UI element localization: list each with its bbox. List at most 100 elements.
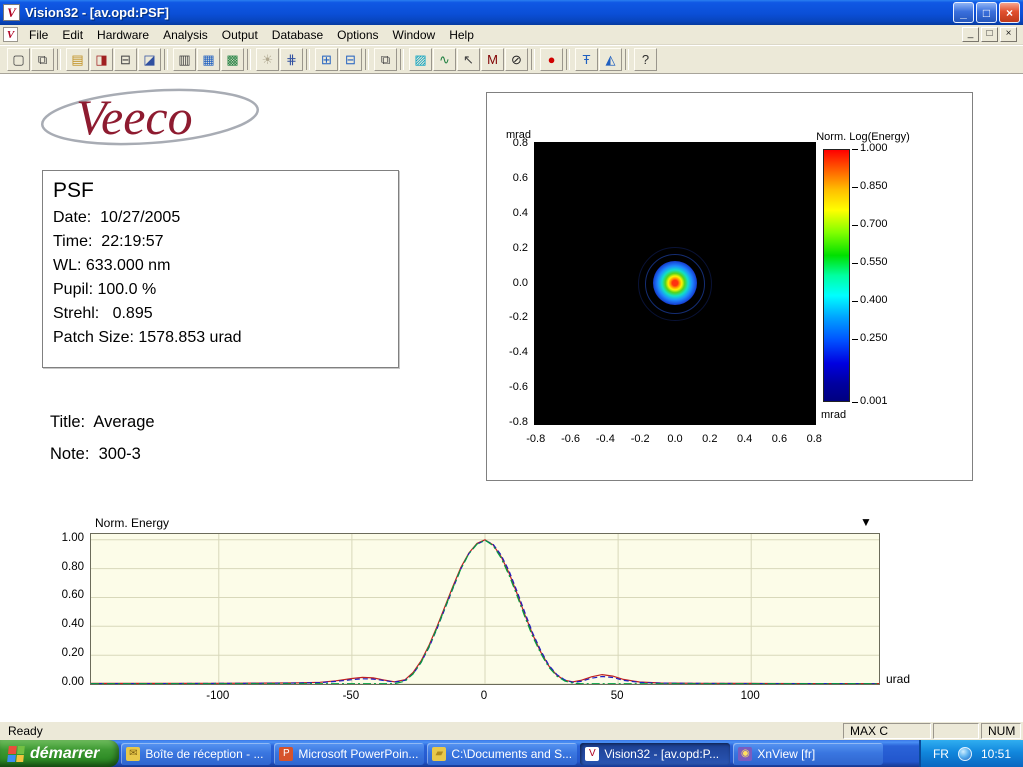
status-empty-cell xyxy=(933,723,979,739)
intensity-button[interactable]: ☀ xyxy=(256,48,279,71)
menu-items: FileEditHardwareAnalysisOutputDatabaseOp… xyxy=(22,26,962,44)
map-x-tick-label: -0.8 xyxy=(522,433,550,445)
save-disk-icon: ◪ xyxy=(143,53,155,66)
report-note-line: Note: 300-3 xyxy=(50,445,141,464)
profile-plot-button[interactable]: ∿ xyxy=(433,48,456,71)
map-y-tick-label: 0.4 xyxy=(492,207,528,219)
map-y-tick-label: -0.8 xyxy=(492,416,528,428)
print-button[interactable]: ⊟ xyxy=(114,48,137,71)
map-x-tick-label: 0.8 xyxy=(800,433,828,445)
psf-profile-plot xyxy=(90,533,880,685)
language-indicator[interactable]: FR xyxy=(933,747,949,761)
open-file-button[interactable]: ▤ xyxy=(66,48,89,71)
task-button-explorer[interactable]: ▰ C:\Documents and S... xyxy=(427,743,577,765)
colorbar-tick-label: 0.850 xyxy=(860,180,888,192)
veeco-logo: Veeco xyxy=(36,78,276,154)
save-database-button[interactable]: ◨ xyxy=(90,48,113,71)
measure-table-icon: ⊞ xyxy=(321,53,332,66)
map-y-tick-label: 0.8 xyxy=(492,137,528,149)
task-label: Boîte de réception - ... xyxy=(145,747,263,761)
report-grid-button[interactable]: ▩ xyxy=(221,48,244,71)
data-grid-button[interactable]: ▦ xyxy=(197,48,220,71)
task-button-powerpoint[interactable]: P Microsoft PowerPoin... xyxy=(274,743,424,765)
profile-x-tick-label: -50 xyxy=(333,690,369,702)
menu-item[interactable]: Options xyxy=(330,26,385,44)
menu-item[interactable]: File xyxy=(22,26,55,44)
histogram-button[interactable]: ◭ xyxy=(599,48,622,71)
task-buttons: ✉ Boîte de réception - ... P Microsoft P… xyxy=(119,743,919,765)
document-icon: V xyxy=(3,27,18,42)
colorbar-unit-label: mrad xyxy=(821,409,846,421)
profile-y-tick-label: 0.80 xyxy=(46,561,84,573)
measure-table-button[interactable]: ⊞ xyxy=(315,48,338,71)
fringe-icon: ⋕ xyxy=(286,53,297,66)
menu-bar: V FileEditHardwareAnalysisOutputDatabase… xyxy=(0,25,1023,45)
psf-info-line: Strehl: 0.895 xyxy=(53,305,388,323)
save-file-button[interactable]: ◪ xyxy=(138,48,161,71)
intensity-sun-icon: ☀ xyxy=(262,53,274,66)
menu-item[interactable]: Analysis xyxy=(156,26,215,44)
copy-button[interactable]: ⧉ xyxy=(374,48,397,71)
clock-tray-icon[interactable] xyxy=(958,747,972,761)
open-folder-icon: ▤ xyxy=(71,53,83,66)
profile-x-tick-label: 0 xyxy=(466,690,502,702)
taskbar-clock[interactable]: 10:51 xyxy=(981,747,1011,761)
colorbar-tick-label: 0.400 xyxy=(860,294,888,306)
mdi-window-controls: _ □ × xyxy=(962,27,1017,42)
printer-icon: ⊟ xyxy=(120,53,131,66)
surface-map-button[interactable]: ▨ xyxy=(409,48,432,71)
menu-item[interactable]: Edit xyxy=(55,26,90,44)
pointer-icon: ↖ xyxy=(463,53,474,66)
map-y-tick-label: 0.0 xyxy=(492,277,528,289)
histogram-icon: ◭ xyxy=(606,53,616,66)
menu-item[interactable]: Help xyxy=(442,26,481,44)
colorbar xyxy=(823,149,850,402)
new-file-button[interactable]: ▢ xyxy=(7,48,30,71)
mdi-close-button[interactable]: × xyxy=(1000,27,1017,42)
analyze-button[interactable]: ↖ xyxy=(457,48,480,71)
menu-item[interactable]: Window xyxy=(386,26,443,44)
cancel-button[interactable]: ⊘ xyxy=(505,48,528,71)
start-button[interactable]: démarrer xyxy=(0,740,119,767)
new-window-button[interactable]: ⧉ xyxy=(31,48,54,71)
task-button-xnview[interactable]: ◉ XnView [fr] xyxy=(733,743,883,765)
task-button-inbox[interactable]: ✉ Boîte de réception - ... xyxy=(121,743,271,765)
psf-info-lines: Date: 10/27/2005Time: 22:19:57WL: 633.00… xyxy=(53,209,388,347)
mdi-minimize-button[interactable]: _ xyxy=(962,27,979,42)
profile-x-axis-unit: urad xyxy=(886,672,910,686)
map-x-tick-label: 0.0 xyxy=(661,433,689,445)
filter-button[interactable]: Ŧ xyxy=(575,48,598,71)
profile-plot-icon: ∿ xyxy=(439,53,450,66)
map-y-tick-label: -0.4 xyxy=(492,346,528,358)
profile-x-tick-label: -100 xyxy=(200,690,236,702)
fringe-button[interactable]: ⋕ xyxy=(280,48,303,71)
profile-x-tick-label: 50 xyxy=(599,690,635,702)
menu-item[interactable]: Hardware xyxy=(90,26,156,44)
chart-dropdown-arrow-icon[interactable]: ▼ xyxy=(860,515,872,529)
map-y-tick-label: -0.6 xyxy=(492,381,528,393)
toolbar: ▢ ⧉ ▤ ◨ ⊟ ◪ ▥ ▦ ▩ ☀ ⋕ ⊞ ⊟ ⧉ ▨ ∿ ↖ M ⊘ ● … xyxy=(0,45,1023,74)
status-message: Ready xyxy=(2,723,841,739)
report-area: Veeco PSF Date: 10/27/2005Time: 22:19:57… xyxy=(0,74,1023,721)
folder-icon: ▰ xyxy=(432,747,446,761)
menu-item[interactable]: Output xyxy=(215,26,265,44)
mdi-restore-button[interactable]: □ xyxy=(981,27,998,42)
results-table-button[interactable]: ⊟ xyxy=(339,48,362,71)
start-label: démarrer xyxy=(30,745,99,763)
task-label: Vision32 - [av.opd:P... xyxy=(604,747,719,761)
menu-item[interactable]: Database xyxy=(265,26,330,44)
new-report-button[interactable]: ▥ xyxy=(173,48,196,71)
task-label: XnView [fr] xyxy=(757,747,815,761)
close-button[interactable]: × xyxy=(999,2,1020,23)
measure-button[interactable]: ● xyxy=(540,48,563,71)
mask-editor-button[interactable]: M xyxy=(481,48,504,71)
task-button-vision32[interactable]: V Vision32 - [av.opd:P... xyxy=(580,743,730,765)
veeco-logo-text: Veeco xyxy=(76,89,193,145)
psf-info-line: WL: 633.000 nm xyxy=(53,257,388,275)
map-x-tick-label: -0.6 xyxy=(557,433,585,445)
help-button[interactable]: ? xyxy=(634,48,657,71)
minimize-button[interactable]: _ xyxy=(953,2,974,23)
map-x-tick-label: -0.4 xyxy=(591,433,619,445)
task-label: C:\Documents and S... xyxy=(451,747,572,761)
restore-button[interactable]: □ xyxy=(976,2,997,23)
